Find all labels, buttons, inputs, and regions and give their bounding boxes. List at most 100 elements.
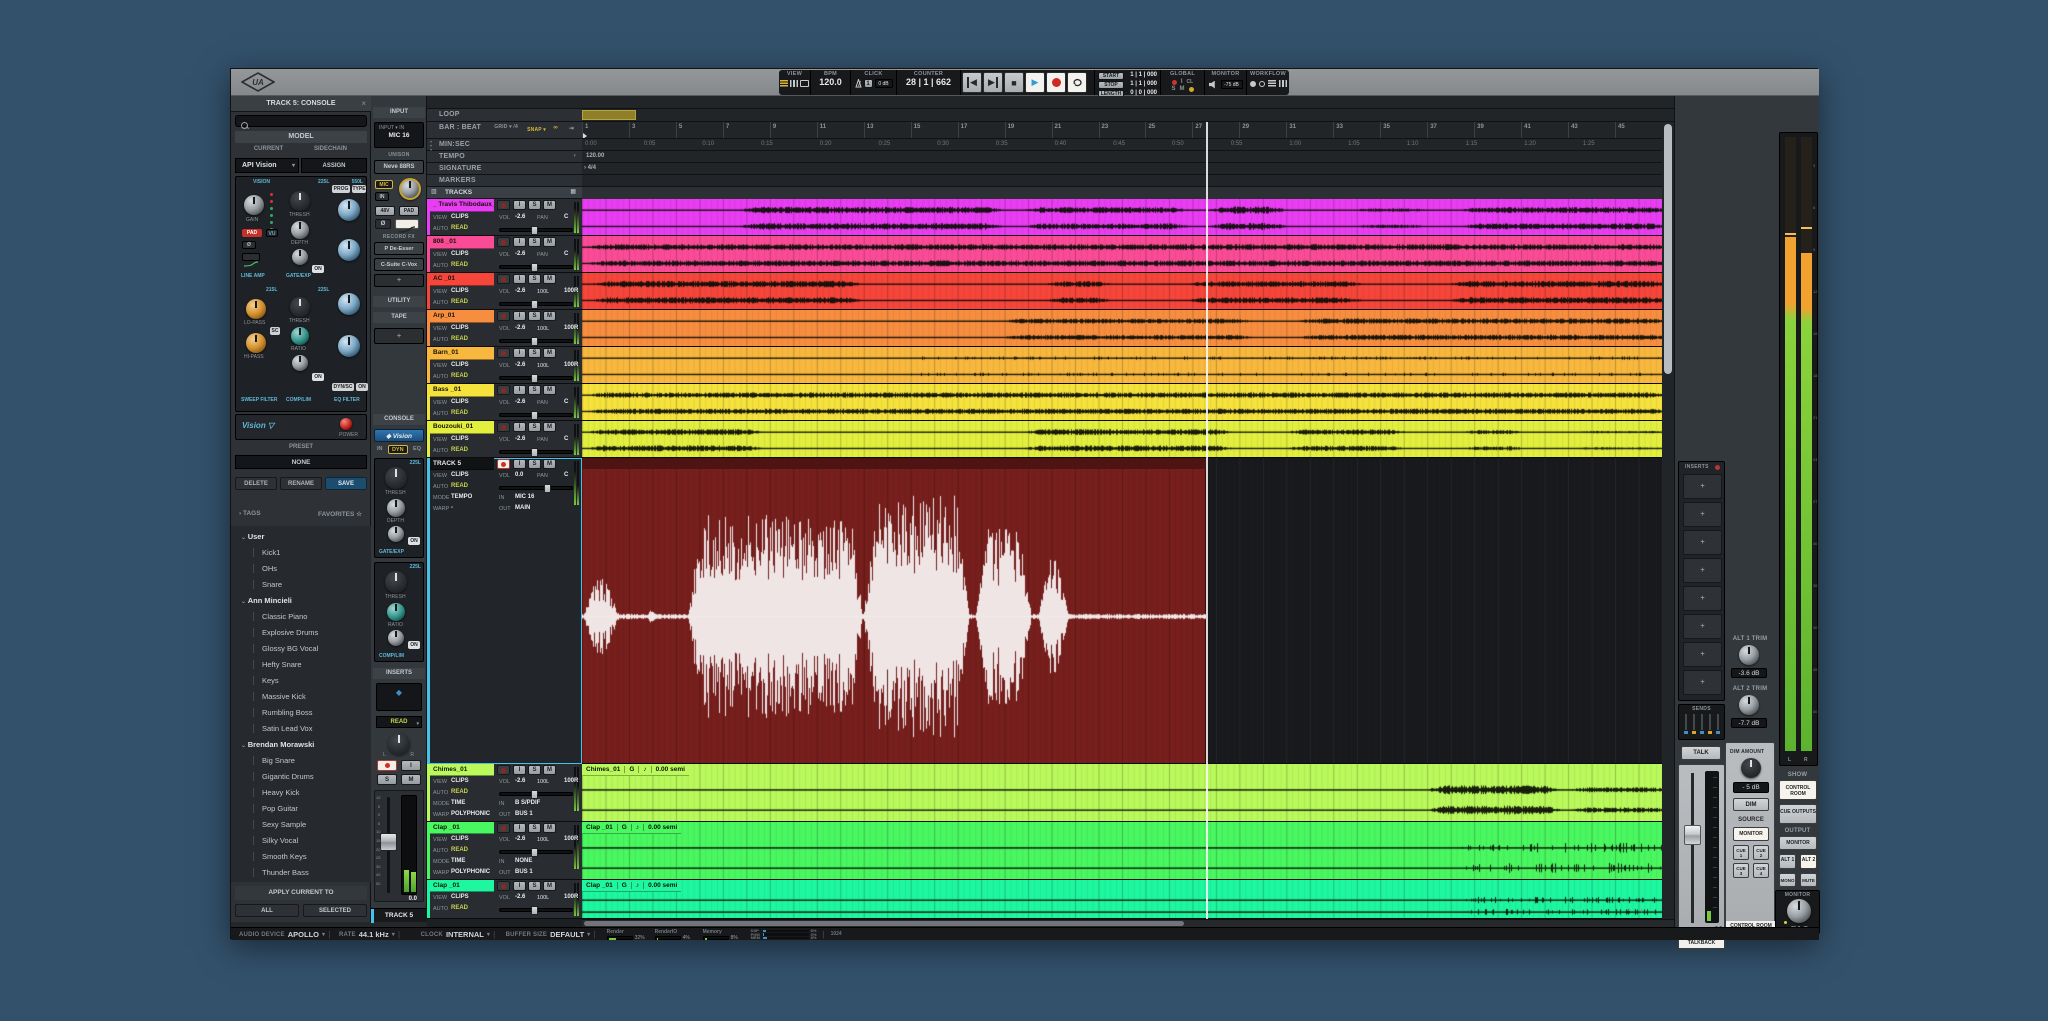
track-solo-button[interactable]: S	[528, 765, 541, 775]
in-button[interactable]: IN	[375, 192, 389, 201]
volume-slider[interactable]	[499, 413, 573, 417]
auto-value[interactable]: READ	[451, 299, 468, 305]
view-value[interactable]: CLIPS	[451, 251, 469, 257]
gain-knob[interactable]	[244, 195, 264, 215]
view-value[interactable]: CLIPS	[451, 214, 469, 220]
workflow-rows-icon[interactable]	[1268, 80, 1276, 87]
monitor-knob[interactable]	[1787, 899, 1811, 923]
delete-button[interactable]: DELETE	[235, 477, 277, 490]
vol-value[interactable]: -2.6	[515, 778, 525, 784]
pan-value[interactable]: C	[564, 399, 568, 405]
auto-value[interactable]: READ	[451, 847, 468, 853]
dyn-sc-button[interactable]: DYN/SC	[332, 383, 354, 391]
monitor-db[interactable]: -75 dB	[1221, 80, 1243, 89]
audio-clip[interactable]	[582, 384, 1674, 421]
insert-slot[interactable]: +	[1683, 474, 1722, 499]
track-solo-button[interactable]: S	[528, 459, 541, 469]
in-value[interactable]: MIC 16	[515, 494, 534, 500]
chevron-down-icon[interactable]: ▾	[487, 931, 490, 938]
track-solo-button[interactable]: S	[528, 200, 541, 210]
preset-item[interactable]: Satin Lead Vox	[253, 724, 365, 733]
output-monitor-button[interactable]: MONITOR	[1779, 836, 1817, 850]
input-gain-knob[interactable]	[399, 178, 421, 200]
vertical-scrollbar[interactable]	[1662, 122, 1674, 919]
warp-value[interactable]: -	[451, 505, 453, 511]
comp-thresh-knob[interactable]	[385, 571, 407, 593]
workflow-cols-icon[interactable]	[1279, 80, 1287, 87]
volume-slider[interactable]	[499, 450, 573, 454]
audio-clip[interactable]	[582, 199, 1674, 236]
talkback-fader-handle[interactable]	[1684, 825, 1701, 845]
phase-button[interactable]: Ø	[242, 241, 256, 249]
track-mute-button[interactable]: M	[543, 422, 556, 432]
view-value[interactable]: CLIPS	[451, 436, 469, 442]
track-name-chip[interactable]: Clap _01	[430, 822, 494, 834]
audio-clip[interactable]	[582, 347, 1674, 384]
drag-handle-dots[interactable]: • • •	[430, 141, 432, 153]
track-solo-button[interactable]: S	[528, 881, 541, 891]
horizontal-scroll-thumb[interactable]	[584, 921, 1184, 926]
preset-item[interactable]: Big Snare	[253, 756, 365, 765]
track-record-button[interactable]	[497, 422, 510, 432]
tab-eq[interactable]: EQ	[410, 445, 424, 454]
phase-input-button[interactable]: Ø	[375, 219, 391, 229]
ruler-content-markers[interactable]	[582, 175, 1674, 187]
insert-slot[interactable]: +	[1683, 670, 1722, 695]
fader-handle[interactable]	[380, 833, 397, 851]
phantom-button[interactable]: 48V	[375, 206, 395, 216]
ruler-label-min-sec[interactable]: MIN:SEC	[427, 139, 582, 151]
insert-slot[interactable]: +	[1683, 530, 1722, 555]
cue-button-4[interactable]: CUE 4	[1753, 863, 1769, 878]
power-button[interactable]	[340, 418, 352, 430]
preset-item[interactable]: Pop Guitar	[253, 804, 365, 813]
track-record-button[interactable]	[497, 881, 510, 891]
track-record-button[interactable]	[497, 385, 510, 395]
ruler-content-min-sec[interactable]: 0:000:050:100:150:200:250:300:350:400:45…	[582, 139, 1674, 151]
ruler-label-bar-beat[interactable]: BAR : BEATGRID ▾ /4SNAP ▾∞⇥	[427, 122, 582, 139]
comp-on-button[interactable]: ON	[408, 641, 420, 649]
track-mute-button[interactable]: M	[543, 385, 556, 395]
tab-in[interactable]: IN	[374, 445, 386, 454]
eq-band-knob-2[interactable]	[338, 239, 360, 261]
horizontal-scrollbar[interactable]	[582, 919, 1674, 927]
record-button[interactable]	[1046, 72, 1066, 93]
volume-slider[interactable]	[499, 908, 573, 912]
audio-clip[interactable]	[582, 421, 1674, 458]
track-mute-button[interactable]: M	[543, 765, 556, 775]
track-name-chip[interactable]: 808 _01	[430, 236, 494, 249]
audio-clip[interactable]: Chimes_01G♪0.00 semi	[582, 764, 1674, 822]
close-icon[interactable]: ×	[361, 99, 366, 108]
track-solo-button[interactable]: S	[528, 237, 541, 247]
comp-thresh-knob[interactable]	[290, 297, 310, 317]
apply-selected-button[interactable]: SELECTED	[303, 904, 367, 917]
tab-sidechain[interactable]: SIDECHAIN	[303, 146, 358, 152]
send-fader[interactable]	[1685, 714, 1687, 730]
ruler-label-markers[interactable]: MARKERS	[427, 175, 582, 187]
preset-item[interactable]: OHs	[253, 564, 365, 573]
grid-control[interactable]: GRID ▾ /4	[494, 124, 518, 130]
preset-value[interactable]: NONE	[235, 455, 367, 469]
preset-item[interactable]: Rumbling Boss	[253, 708, 365, 717]
out-value[interactable]: BUS 1	[515, 811, 533, 817]
pan-value[interactable]: 100R	[564, 778, 578, 784]
chevron-down-icon[interactable]: ▾	[392, 931, 395, 938]
preset-item[interactable]: Snare	[253, 580, 365, 589]
strip-mute-button[interactable]: M	[401, 774, 421, 785]
mic-button[interactable]: MIC	[375, 180, 393, 189]
tape-add-button[interactable]: +	[374, 328, 424, 344]
input-filter-button[interactable]	[395, 219, 419, 229]
list-view-icon[interactable]	[780, 80, 788, 87]
gate-thresh-knob[interactable]	[290, 191, 310, 211]
track-list-row[interactable]: Chimes_01ISMVIEWCLIPSVOL-2.6100L100RAUTO…	[427, 764, 582, 822]
recording-clip[interactable]	[582, 458, 1206, 764]
audio-clip[interactable]: Clap _01G♪0.00 semi	[582, 880, 1674, 919]
stop-button[interactable]: ■	[1004, 72, 1024, 93]
input-select[interactable]: INPUT ▾ INMIC 16	[374, 122, 424, 148]
source-monitor-button[interactable]: MONITOR	[1733, 827, 1769, 841]
track-mute-button[interactable]: M	[543, 823, 556, 833]
skip-forward-button[interactable]: ▶	[983, 72, 1003, 93]
strip-input-button[interactable]: I	[401, 760, 421, 771]
track-list-row[interactable]: AC _01ISMVIEWCLIPSVOL-2.6100L100RAUTOREA…	[427, 273, 582, 310]
track-record-button[interactable]	[497, 311, 510, 321]
snap-control[interactable]: SNAP ▾	[527, 127, 546, 133]
